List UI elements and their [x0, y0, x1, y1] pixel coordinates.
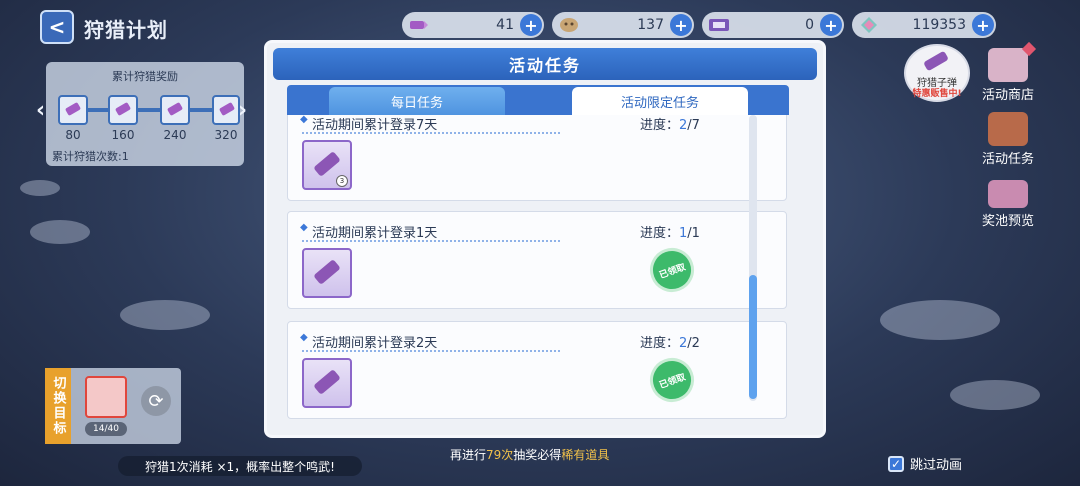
page-title: 狩猎计划 — [84, 18, 168, 42]
hunt-count: 累计狩猎次数:1 — [52, 150, 129, 163]
diamond-icon: ◆ — [300, 222, 308, 233]
modal-title: 活动任务 — [273, 48, 817, 80]
hunt-cost-text: 狩猎1次消耗 ×1，概率出整个鸣武! — [118, 456, 362, 476]
checkbox[interactable]: ✓ — [888, 455, 904, 472]
reward-item[interactable] — [302, 248, 352, 298]
task-progress: 进度：1/1 — [640, 226, 700, 241]
task-name: 活动期间累计登录7天 — [312, 118, 438, 133]
reward-threshold: 160 — [111, 128, 135, 142]
task-progress: 进度：2/7 — [640, 118, 700, 133]
target-switch-panel: 切换目标 14/40 ⟳ — [45, 368, 181, 444]
scroll-thumb[interactable] — [749, 275, 757, 399]
task-card: ◆ 活动期间累计登录1天 进度：1/1 已领取 — [287, 211, 787, 309]
add-gems-button[interactable]: + — [972, 14, 994, 36]
bullet-icon — [406, 13, 432, 37]
gift-icon — [988, 180, 1028, 208]
resource-tickets: 0 + — [702, 12, 844, 38]
resource-bullets: 41 + — [402, 12, 544, 38]
divider — [302, 132, 560, 134]
reward-threshold: 240 — [163, 128, 187, 142]
task-card: ◆ 活动期间累计登录7天 进度：2/7 3 — [287, 115, 787, 201]
guarantee-text: 再进行79次抽奖必得稀有道具 — [450, 448, 610, 462]
event-shop-button[interactable]: 活动商店 — [968, 48, 1048, 103]
add-coins-button[interactable]: + — [670, 14, 692, 36]
gem-icon — [856, 13, 882, 37]
task-name: 活动期间累计登录1天 — [312, 226, 438, 241]
add-tickets-button[interactable]: + — [820, 14, 842, 36]
divider — [302, 350, 560, 352]
bullet-icon — [314, 260, 340, 284]
reward-item[interactable]: 3 — [302, 140, 352, 190]
claimed-stamp: 已领取 — [643, 241, 701, 299]
coin-icon — [556, 13, 582, 37]
reward-slot[interactable] — [58, 95, 88, 125]
target-item-image[interactable] — [85, 376, 127, 418]
refresh-icon[interactable]: ⟳ — [141, 386, 171, 416]
add-bullets-button[interactable]: + — [520, 14, 542, 36]
task-name: 活动期间累计登录2天 — [312, 336, 438, 351]
back-button[interactable]: < — [40, 10, 74, 44]
shop-icon — [988, 48, 1028, 82]
bullet-icon — [314, 370, 340, 394]
reward-threshold: 320 — [214, 128, 238, 142]
reward-item[interactable] — [302, 358, 352, 408]
reward-next-arrow[interactable]: › — [238, 98, 247, 123]
ticket-icon — [706, 13, 732, 37]
resource-gems: 119353 + — [852, 12, 996, 38]
bullet-promo-badge[interactable]: 狩猎子弹 特惠贩售中! — [904, 44, 970, 102]
target-progress: 14/40 — [85, 422, 127, 436]
reward-panel-title: 累计狩猎奖励 — [112, 70, 178, 83]
scrollbar[interactable] — [749, 115, 757, 401]
task-card: ◆ 活动期间累计登录2天 进度：2/2 已领取 — [287, 321, 787, 419]
divider — [302, 240, 560, 242]
reward-slot[interactable] — [212, 95, 240, 125]
pool-preview-button[interactable]: 奖池预览 — [968, 180, 1048, 229]
tab-daily-tasks[interactable]: 每日任务 — [329, 87, 505, 115]
reward-prev-arrow[interactable]: ‹ — [36, 98, 45, 123]
item-quantity: 3 — [336, 175, 348, 187]
skip-animation-toggle[interactable]: ✓ 跳过动画 — [888, 454, 962, 473]
claimed-stamp: 已领取 — [643, 351, 701, 409]
reward-threshold: 80 — [65, 128, 81, 142]
event-task-modal: 活动任务 每日任务 活动限定任务 ◆ 活动期间累计登录7天 进度：2/7 3 ◆… — [264, 40, 826, 438]
event-tasks-button[interactable]: 活动任务 — [968, 112, 1048, 167]
cumulative-reward-panel: 累计狩猎奖励 80 160 240 320 累计狩猎次数:1 — [46, 62, 244, 166]
task-progress: 进度：2/2 — [640, 336, 700, 351]
diamond-icon: ◆ — [300, 115, 308, 125]
resource-coins: 137 + — [552, 12, 694, 38]
reward-slot[interactable] — [160, 95, 190, 125]
bullet-icon — [924, 51, 948, 71]
diamond-icon: ◆ — [300, 332, 308, 343]
switch-target-button[interactable]: 切换目标 — [45, 368, 71, 444]
task-box-icon — [988, 112, 1028, 146]
tab-limited-tasks[interactable]: 活动限定任务 — [572, 87, 748, 115]
task-tabs: 每日任务 活动限定任务 — [287, 85, 789, 115]
task-list[interactable]: ◆ 活动期间累计登录7天 进度：2/7 3 ◆ 活动期间累计登录1天 进度：1/… — [287, 115, 789, 427]
reward-slot[interactable] — [108, 95, 138, 125]
